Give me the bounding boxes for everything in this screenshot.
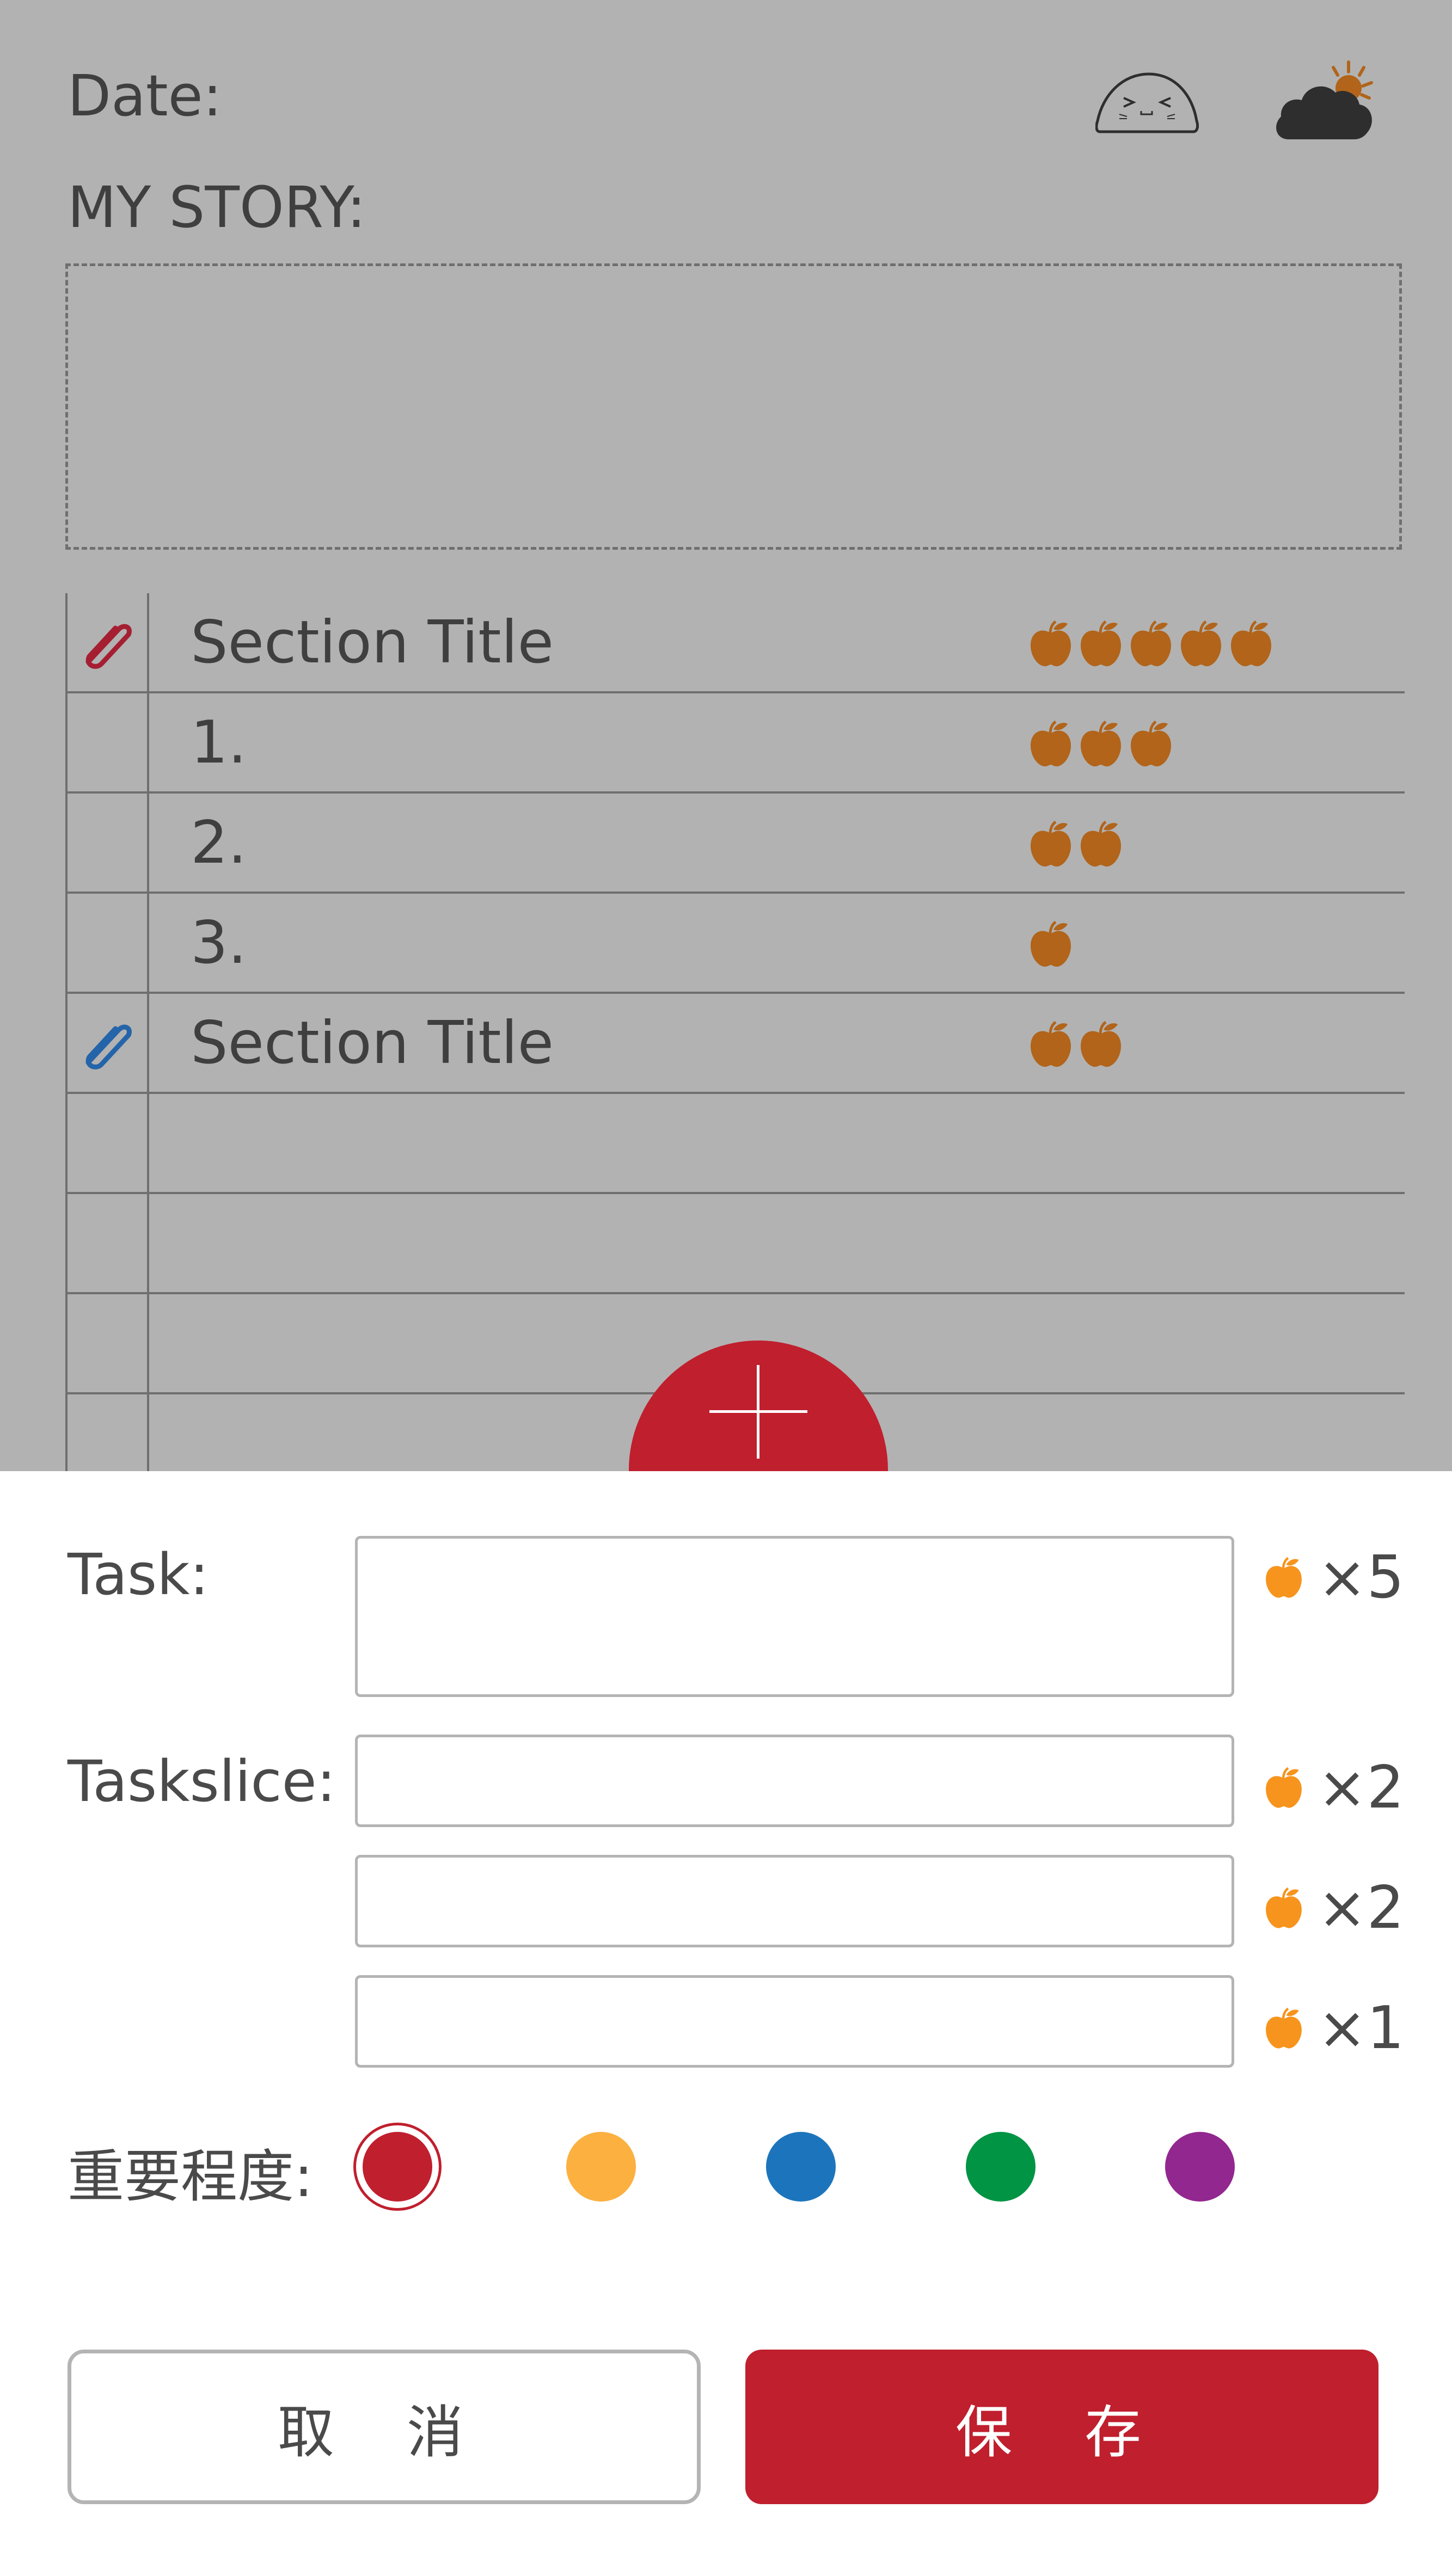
table-row[interactable] <box>65 1194 1405 1294</box>
taskslice-label: Taskslice: <box>68 1748 336 1815</box>
apple-icon <box>1081 620 1121 667</box>
table-row[interactable]: Section Title <box>65 593 1405 693</box>
multiplier-text: ×2 <box>1318 1754 1405 1822</box>
apple-icon <box>1031 1020 1071 1067</box>
table-row[interactable]: 3. <box>65 894 1405 994</box>
importance-label: 重要程度: <box>68 2143 314 2210</box>
row-text: Section Title <box>191 1009 554 1077</box>
row-text: 1. <box>191 709 247 777</box>
importance-color-option[interactable] <box>566 2132 636 2202</box>
save-button[interactable]: 保 存 <box>745 2350 1379 2504</box>
apple-rating <box>1026 920 1075 970</box>
importance-color-option-selected[interactable] <box>363 2132 432 2202</box>
apple-multiplier: ×2 <box>1262 1874 1404 1942</box>
task-input[interactable] <box>355 1536 1234 1697</box>
taskslice-input-2[interactable] <box>355 1855 1234 1947</box>
table-row[interactable]: 1. <box>65 693 1405 794</box>
cloud-sun-icon[interactable] <box>1272 60 1376 142</box>
taskslice-input-3[interactable] <box>355 1975 1234 2068</box>
apple-multiplier: ×2 <box>1262 1754 1404 1822</box>
task-label: Task: <box>68 1541 209 1608</box>
story-label: MY STORY: <box>68 174 366 241</box>
apple-multiplier: ×1 <box>1262 1994 1404 2062</box>
multiplier-text: ×5 <box>1318 1544 1405 1612</box>
apple-icon <box>1031 720 1071 767</box>
importance-color-option[interactable] <box>966 2132 1036 2202</box>
row-text: 2. <box>191 809 247 877</box>
apple-icon <box>1081 720 1121 767</box>
multiplier-text: ×1 <box>1318 1994 1405 2062</box>
apple-icon <box>1266 1767 1302 1808</box>
apple-icon <box>1081 1020 1121 1067</box>
cancel-button[interactable]: 取 消 <box>68 2350 701 2504</box>
date-label: Date: <box>68 63 222 129</box>
table-row[interactable]: 2. <box>65 794 1405 894</box>
apple-rating <box>1026 1020 1125 1070</box>
apple-icon <box>1266 2007 1302 2049</box>
apple-icon <box>1031 820 1071 867</box>
table-row[interactable]: Section Title <box>65 994 1405 1094</box>
squint-face-icon[interactable] <box>1095 71 1199 135</box>
apple-icon <box>1266 1887 1302 1928</box>
apple-icon <box>1231 620 1271 667</box>
apple-multiplier: ×5 <box>1262 1544 1404 1612</box>
taskslice-input-1[interactable] <box>355 1735 1234 1827</box>
apple-icon <box>1266 1557 1302 1598</box>
apple-icon <box>1131 720 1171 767</box>
apple-icon <box>1081 820 1121 867</box>
apple-icon <box>1181 620 1221 667</box>
apple-rating <box>1026 720 1175 770</box>
row-text: 3. <box>191 909 247 977</box>
apple-rating <box>1026 820 1125 870</box>
apple-icon <box>1031 620 1071 667</box>
paperclip-icon <box>85 1024 132 1069</box>
diary-page: Date: MY STORY: Section Title 1. 2. 3. Secti… <box>0 0 1452 1471</box>
multiplier-text: ×2 <box>1318 1874 1405 1942</box>
importance-color-option[interactable] <box>1165 2132 1235 2202</box>
apple-icon <box>1131 620 1171 667</box>
table-row[interactable] <box>65 1094 1405 1194</box>
apple-rating <box>1026 619 1276 669</box>
story-text-area[interactable] <box>65 263 1402 550</box>
importance-color-option[interactable] <box>766 2132 836 2202</box>
paperclip-icon <box>85 624 132 669</box>
row-text: Section Title <box>191 608 554 677</box>
apple-icon <box>1031 920 1071 967</box>
plus-icon-v <box>757 1365 759 1459</box>
